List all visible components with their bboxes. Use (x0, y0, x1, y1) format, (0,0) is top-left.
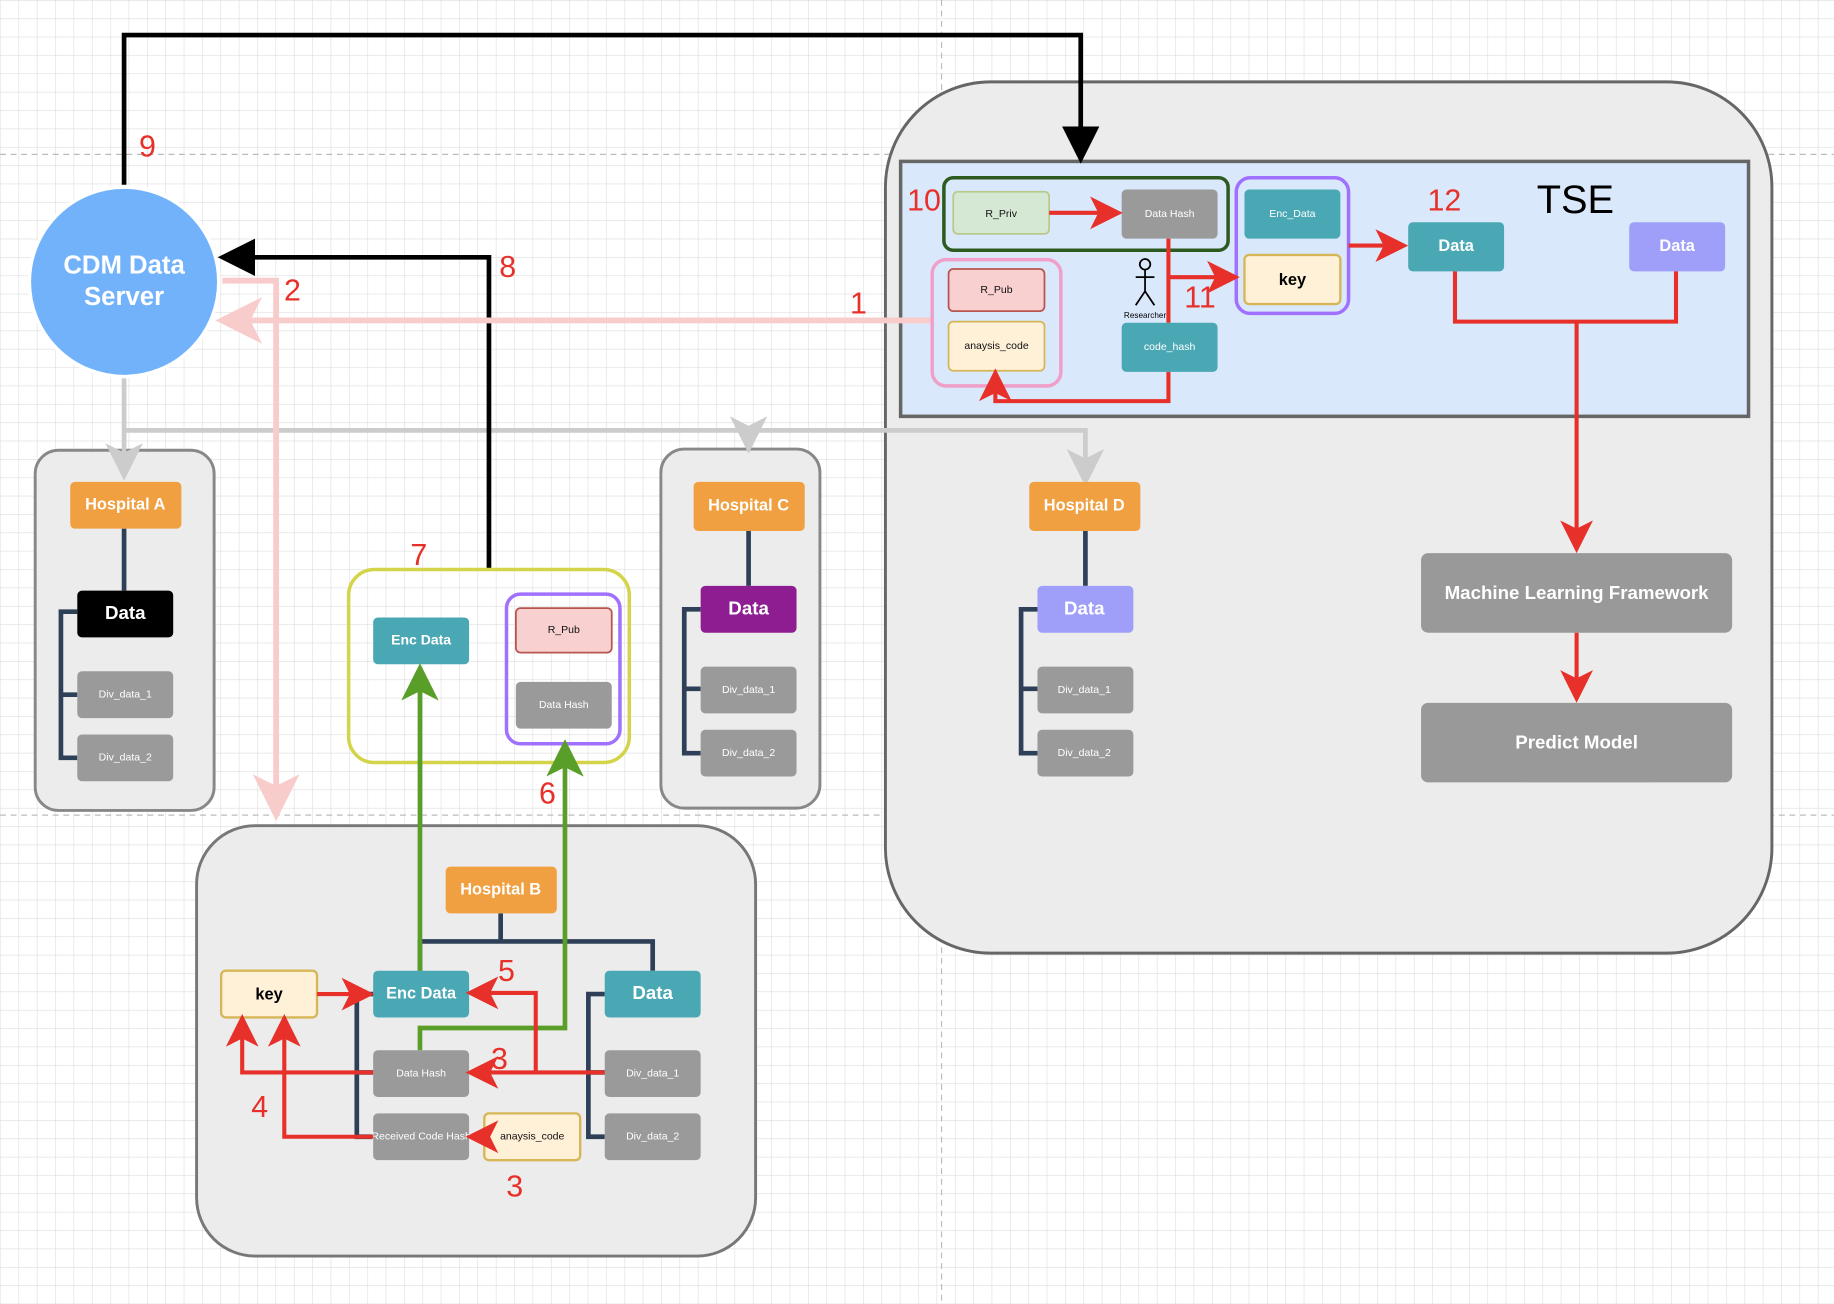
cdm-data-server[interactable]: CDM Data Server (27, 185, 221, 379)
tse-code-hash-label: code_hash (1144, 341, 1196, 353)
hospital-b-analysis-code-label: anaysis_code (500, 1131, 564, 1143)
hospital-a-data-label: Data (105, 602, 146, 623)
hospital-a-div2-label: Div_data_2 (99, 752, 152, 764)
hospital-a-label: Hospital A (85, 496, 165, 514)
tse-data-2-label: Data (1659, 237, 1695, 255)
hospital-c-div1-label: Div_data_1 (722, 684, 775, 696)
package-r-pub-label: R_Pub (548, 624, 580, 636)
hospital-b-key-label: key (255, 986, 283, 1004)
tse-r-pub-label: R_Pub (980, 284, 1012, 296)
tse-data-hash-label: Data Hash (1145, 208, 1195, 220)
step-4: 4 (251, 1090, 268, 1124)
step-8: 8 (499, 250, 516, 284)
tse-analysis-code-label: anaysis_code (964, 340, 1028, 352)
hospital-b-div1-label: Div_data_1 (626, 1067, 679, 1079)
hospital-a: Hospital A Data Div_data_1 Div_data_2 (70, 481, 182, 782)
researcher-label: Researcher (1124, 311, 1167, 320)
hospital-d-data-label: Data (1064, 597, 1105, 618)
step-2: 2 (284, 274, 301, 308)
predict-model-label: Predict Model (1515, 732, 1638, 753)
hospital-c-div2-label: Div_data_2 (722, 747, 775, 759)
tse-title: TSE (1537, 178, 1614, 222)
tse-data-1-label: Data (1438, 237, 1474, 255)
step-3a: 3 (491, 1042, 508, 1076)
server-label-2: Server (84, 283, 164, 311)
step-12: 12 (1428, 184, 1462, 218)
hospital-c-label: Hospital C (708, 497, 789, 515)
step-10: 10 (907, 184, 941, 218)
ml-framework-label: Machine Learning Framework (1445, 582, 1710, 603)
hospital-b-received-code-hash-label: Received Code Hash (371, 1131, 471, 1143)
hospital-b-label: Hospital B (460, 880, 541, 898)
tse-key-label: key (1279, 271, 1307, 289)
hospital-b-data-label: Data (632, 982, 673, 1003)
hospital-d-div2-label: Div_data_2 (1058, 747, 1111, 759)
tse-enc-data-label: Enc_Data (1269, 208, 1315, 220)
hospital-d-label: Hospital D (1044, 497, 1125, 515)
package-data-hash-label: Data Hash (539, 699, 589, 711)
hospital-c-data-label: Data (728, 597, 769, 618)
step-9: 9 (139, 130, 156, 164)
hospital-b-enc-data-label: Enc Data (386, 984, 457, 1002)
hospital-c: Hospital C Data Div_data_1 Div_data_2 (693, 481, 805, 777)
diagram-canvas: CDM Data Server Hospital A Data Div_data… (0, 0, 1834, 1304)
hospital-d: Hospital D Data Div_data_1 Div_data_2 (1029, 481, 1141, 777)
hospital-b-data-hash-label: Data Hash (396, 1067, 446, 1079)
step-1: 1 (850, 286, 867, 320)
hospital-d-div1-label: Div_data_1 (1058, 684, 1111, 696)
package-enc-data-label: Enc Data (391, 632, 451, 648)
step-11: 11 (1184, 281, 1216, 315)
tse-r-priv-label: R_Priv (985, 208, 1017, 220)
hospital-b-div2-label: Div_data_2 (626, 1131, 679, 1143)
step-5: 5 (498, 954, 515, 988)
server-label-1: CDM Data (63, 251, 185, 279)
hospital-a-div1-label: Div_data_1 (99, 688, 152, 700)
step-7: 7 (410, 538, 427, 572)
step-3b: 3 (506, 1169, 523, 1203)
step-6: 6 (539, 776, 556, 810)
